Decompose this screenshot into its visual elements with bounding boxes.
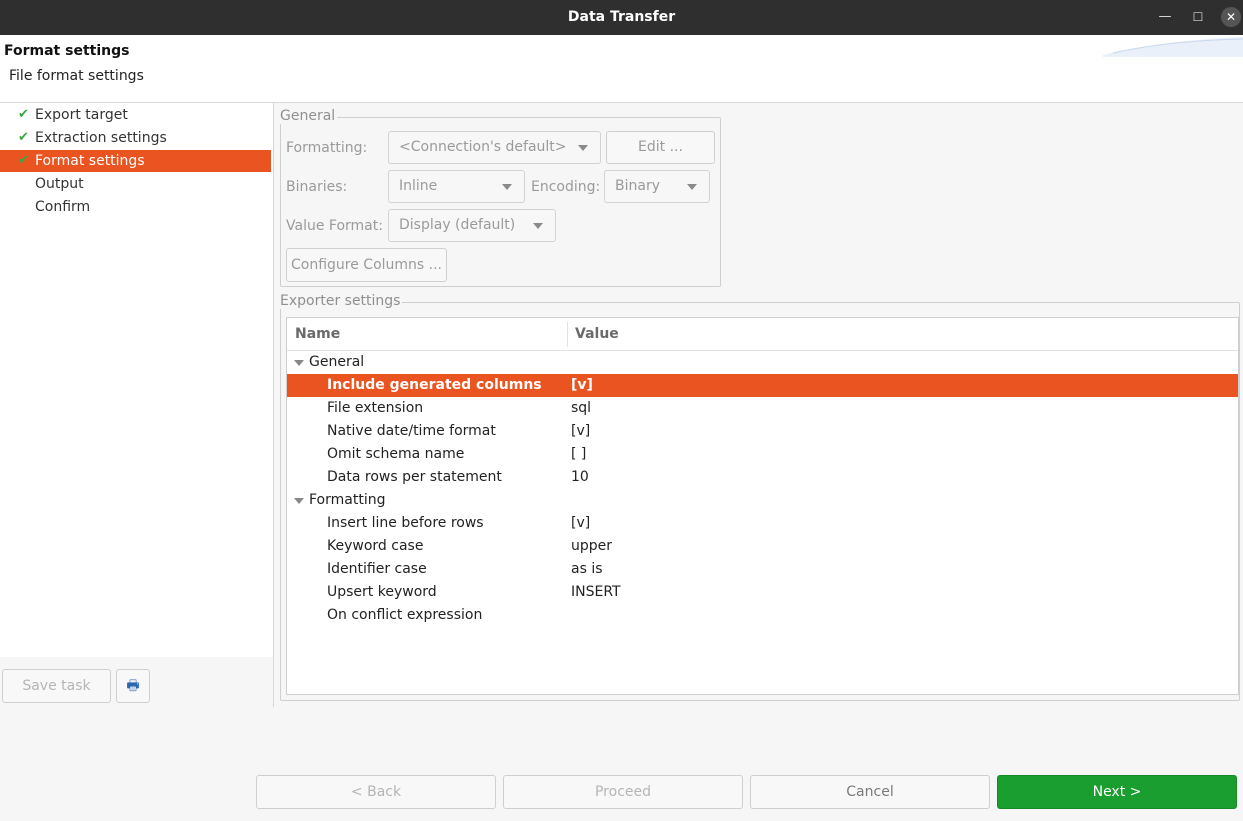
property-value[interactable]: as is (571, 558, 603, 581)
formatting-label: Formatting: (286, 140, 368, 156)
nav-item-label: Output (35, 176, 84, 192)
minimize-icon[interactable]: — (1154, 6, 1176, 28)
nav-item-label: Confirm (35, 199, 91, 215)
nav-item-label: Extraction settings (35, 130, 167, 146)
tree-group-label: General (309, 354, 365, 370)
print-icon[interactable]: 🖶 (116, 669, 150, 703)
property-name: Omit schema name (327, 446, 465, 462)
window-title: Data Transfer (567, 9, 676, 25)
binaries-select-value: Inline (399, 178, 438, 194)
nav-item-export-target[interactable]: ✔ Export target (0, 104, 271, 126)
nav-item-format-settings[interactable]: ✔ Format settings (0, 150, 271, 172)
table-row[interactable]: Include generated columns [v] (287, 374, 1238, 397)
exporter-properties-table[interactable]: Name Value General Include generated colu… (286, 317, 1239, 695)
chevron-down-icon (533, 223, 543, 229)
encoding-label: Encoding: (531, 179, 601, 195)
chevron-down-icon (687, 184, 697, 190)
expand-triangle-icon[interactable] (294, 360, 304, 366)
table-row[interactable]: Upsert keyword INSERT (287, 581, 1238, 604)
value-format-select-value: Display (default) (399, 217, 516, 233)
tree-group-label: Formatting (309, 492, 386, 508)
property-value[interactable]: [v] (571, 512, 590, 535)
table-row[interactable]: Identifier case as is (287, 558, 1238, 581)
page-header: Format settings File format settings (0, 35, 1243, 103)
back-button[interactable]: < Back (256, 775, 496, 809)
value-format-select[interactable]: Display (default) (388, 209, 556, 242)
nav-item-extraction-settings[interactable]: ✔ Extraction settings (0, 127, 271, 149)
window-titlebar: Data Transfer — ☐ ✕ (0, 0, 1243, 35)
table-row[interactable]: File extension sql (287, 397, 1238, 420)
property-value[interactable]: INSERT (571, 581, 621, 604)
property-name: Include generated columns (327, 377, 542, 393)
property-name: Identifier case (327, 561, 427, 577)
expand-triangle-icon[interactable] (294, 498, 304, 504)
chevron-down-icon (502, 184, 512, 190)
property-name: File extension (327, 400, 424, 416)
format-settings-panel: General Formatting: <Connection's defaul… (275, 103, 1243, 707)
close-icon[interactable]: ✕ (1221, 7, 1241, 27)
nav-footer: Save task 🖶 (0, 657, 273, 707)
table-header: Name Value (287, 318, 1238, 351)
encoding-select-value: Binary (615, 178, 660, 194)
property-name: Keyword case (327, 538, 424, 554)
table-row[interactable]: Keyword case upper (287, 535, 1238, 558)
property-name: Native date/time format (327, 423, 496, 439)
column-header-value[interactable]: Value (575, 318, 619, 351)
configure-columns-button[interactable]: Configure Columns ... (286, 248, 447, 282)
table-row[interactable]: Omit schema name [ ] (287, 443, 1238, 466)
binaries-select[interactable]: Inline (388, 170, 525, 203)
maximize-icon[interactable]: ☐ (1187, 6, 1209, 28)
general-legend: General (280, 108, 338, 124)
table-row[interactable]: Native date/time format [v] (287, 420, 1238, 443)
cancel-button[interactable]: Cancel (750, 775, 990, 809)
nav-item-output[interactable]: Output (0, 173, 271, 195)
property-value[interactable]: [v] (571, 420, 590, 443)
property-name: Upsert keyword (327, 584, 437, 600)
check-icon: ✔ (18, 107, 29, 122)
property-value[interactable]: upper (571, 535, 612, 558)
property-value[interactable]: sql (571, 397, 591, 420)
encoding-select[interactable]: Binary (604, 170, 710, 203)
column-divider (567, 322, 568, 347)
property-value[interactable]: [v] (571, 374, 593, 397)
property-name: On conflict expression (327, 607, 483, 623)
check-icon: ✔ (18, 130, 29, 145)
table-row[interactable]: On conflict expression (287, 604, 1238, 627)
column-header-name[interactable]: Name (295, 318, 340, 351)
formatting-select[interactable]: <Connection's default> (388, 131, 601, 164)
wizard-nav-panel: ✔ Export target ✔ Extraction settings ✔ Forma… (0, 103, 274, 707)
table-row[interactable]: Data rows per statement 10 (287, 466, 1238, 489)
banner-swoosh-icon (1103, 37, 1243, 57)
nav-item-label: Export target (35, 107, 128, 123)
tree-group-general[interactable]: General (287, 351, 1238, 374)
tree-group-formatting[interactable]: Formatting (287, 489, 1238, 512)
chevron-down-icon (578, 145, 588, 151)
page-subtitle: File format settings (9, 68, 144, 84)
proceed-button[interactable]: Proceed (503, 775, 743, 809)
next-button[interactable]: Next > (997, 775, 1237, 809)
property-value[interactable]: 10 (571, 466, 589, 489)
nav-item-confirm[interactable]: Confirm (0, 196, 271, 218)
nav-item-label: Format settings (35, 153, 145, 169)
page-title: Format settings (4, 43, 130, 59)
save-task-button[interactable]: Save task (2, 669, 111, 703)
binaries-label: Binaries: (286, 179, 348, 195)
property-name: Data rows per statement (327, 469, 502, 485)
check-icon: ✔ (18, 153, 29, 168)
edit-button[interactable]: Edit ... (606, 131, 715, 164)
table-row[interactable]: Insert line before rows [v] (287, 512, 1238, 535)
property-value[interactable]: [ ] (571, 443, 586, 466)
value-format-label: Value Format: (286, 218, 383, 234)
formatting-select-value: <Connection's default> (399, 139, 567, 155)
property-name: Insert line before rows (327, 515, 484, 531)
exporter-settings-legend: Exporter settings (280, 293, 403, 309)
